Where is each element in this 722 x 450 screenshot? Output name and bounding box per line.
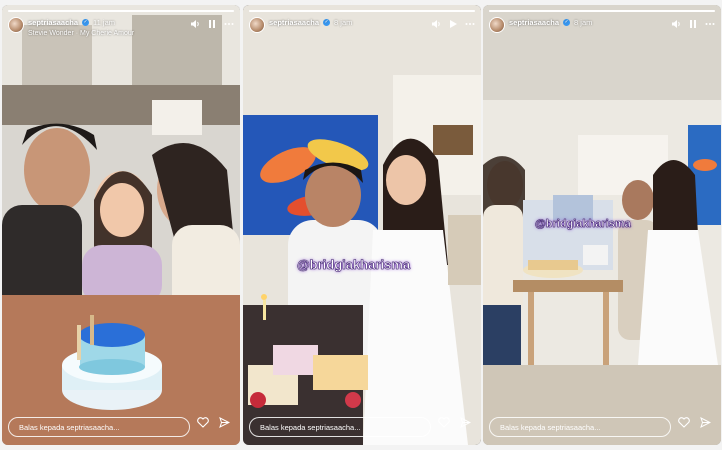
verified-badge-icon: ✓ [82,19,90,26]
story-progress-bar [249,10,475,12]
more-icon[interactable] [465,19,475,29]
speaker-icon[interactable] [431,19,441,29]
more-icon[interactable] [224,19,234,29]
reply-input[interactable]: Balas kepada septriasaacha... [249,417,431,437]
story-panel-3[interactable]: septriasaacha ✓ 8 jam @bridgiakharisma B… [483,5,721,445]
story-2-photo [243,5,481,445]
username[interactable]: septriasaacha [269,17,319,28]
story-panel-1[interactable]: septriasaacha ✓ 11 jam Stevie Wonder · M… [2,5,240,445]
avatar[interactable] [489,17,505,33]
music-label[interactable]: Stevie Wonder · My Cherie Amour [28,28,134,39]
pause-icon[interactable] [207,19,217,29]
speaker-icon[interactable] [671,19,681,29]
story-time: 11 jam [93,18,116,27]
verified-badge-icon: ✓ [323,19,331,26]
more-icon[interactable] [705,19,715,29]
heart-icon[interactable] [438,415,450,433]
avatar[interactable] [8,17,24,33]
username[interactable]: septriasaacha [509,17,559,28]
story-1-photo [2,5,240,445]
username[interactable]: septriasaacha [28,17,78,28]
verified-badge-icon: ✓ [563,19,571,26]
story-progress-bar [8,10,234,12]
avatar[interactable] [249,17,265,33]
send-icon[interactable] [700,415,712,433]
story-panel-2[interactable]: septriasaacha ✓ 8 jam @bridgiakharisma B… [243,5,481,445]
story-header: septriasaacha ✓ 8 jam [249,17,475,43]
story-viewer: septriasaacha ✓ 11 jam Stevie Wonder · M… [0,0,722,450]
mention-tag[interactable]: @bridgiakharisma [297,257,411,273]
pause-icon[interactable] [688,19,698,29]
story-time: 8 jam [574,18,593,27]
story-header: septriasaacha ✓ 11 jam Stevie Wonder · M… [8,17,234,43]
send-icon[interactable] [460,415,472,433]
story-time: 8 jam [334,18,353,27]
reply-input[interactable]: Balas kepada septriasaacha... [8,417,190,437]
speaker-icon[interactable] [190,19,200,29]
play-icon[interactable] [448,19,458,29]
heart-icon[interactable] [197,415,209,433]
story-progress-bar [489,10,715,12]
story-header: septriasaacha ✓ 8 jam [489,17,715,43]
send-icon[interactable] [219,415,231,433]
reply-input[interactable]: Balas kepada septriasaacha... [489,417,671,437]
mention-tag[interactable]: @bridgiakharisma [535,218,631,231]
heart-icon[interactable] [678,415,690,433]
